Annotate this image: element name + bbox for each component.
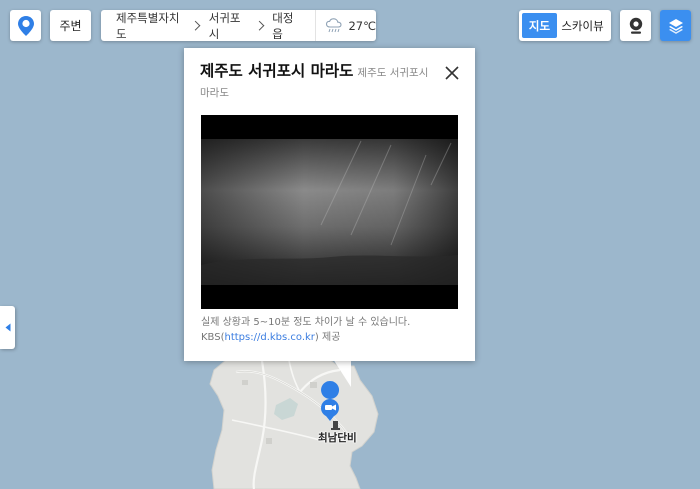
- map-type-skyview-button[interactable]: 스카이뷰: [557, 13, 608, 38]
- popup-title: 제주도 서귀포시 마라도: [200, 62, 354, 80]
- popup-title-block: 제주도 서귀포시 마라도 제주도 서귀포시 마라도: [200, 62, 440, 102]
- streetview-button[interactable]: [620, 10, 651, 41]
- map-type-map-button[interactable]: 지도: [522, 13, 557, 38]
- building: [266, 438, 272, 444]
- breadcrumb-town[interactable]: 대정읍: [272, 10, 301, 42]
- cctv-video-player[interactable]: [201, 115, 458, 309]
- chevron-right-icon: [190, 20, 201, 31]
- popup-note-line1: 실제 상황과 5~10분 정도 차이가 날 수 있습니다.: [201, 317, 411, 328]
- note-source-prefix: KBS(: [201, 331, 225, 343]
- chevron-right-icon: [254, 20, 264, 31]
- nearby-button[interactable]: 주변: [50, 10, 91, 41]
- breadcrumb-province[interactable]: 제주특별자치도: [116, 10, 184, 42]
- layers-button[interactable]: [660, 10, 691, 41]
- layers-icon: [668, 18, 683, 34]
- breadcrumb: 제주특별자치도 서귀포시 대정읍 27℃: [101, 10, 376, 41]
- nearby-label: 주변: [59, 19, 82, 33]
- streetview-camera-icon: [629, 17, 642, 34]
- popup-pointer: [333, 359, 351, 387]
- popup-note-line2: KBS(https://d.kbs.co.kr) 제공: [201, 331, 463, 346]
- location-button[interactable]: [10, 10, 41, 41]
- weather-widget[interactable]: 27℃: [315, 17, 376, 34]
- caret-left-icon: [5, 323, 10, 332]
- place-label: 최남단비: [318, 432, 357, 444]
- map-type-toggle: 지도 스카이뷰: [519, 10, 611, 41]
- close-icon[interactable]: [444, 65, 460, 81]
- popup-note: 실제 상황과 5~10분 정도 차이가 날 수 있습니다. KBS(https:…: [201, 316, 463, 345]
- building: [242, 380, 248, 385]
- map-pin-icon: [17, 15, 34, 36]
- note-source-suffix: ) 제공: [314, 331, 341, 343]
- building: [310, 382, 317, 388]
- breadcrumb-city[interactable]: 서귀포시: [209, 10, 248, 42]
- panel-toggle-button[interactable]: [0, 306, 15, 349]
- kbs-source-link[interactable]: https://d.kbs.co.kr: [225, 332, 315, 343]
- cctv-video-frame: [201, 115, 458, 309]
- rain-cloud-icon: [326, 17, 342, 32]
- weather-temperature: 27℃: [348, 18, 376, 33]
- cctv-popup: 제주도 서귀포시 마라도 제주도 서귀포시 마라도 실제 상황과 5~10분 정…: [184, 48, 475, 361]
